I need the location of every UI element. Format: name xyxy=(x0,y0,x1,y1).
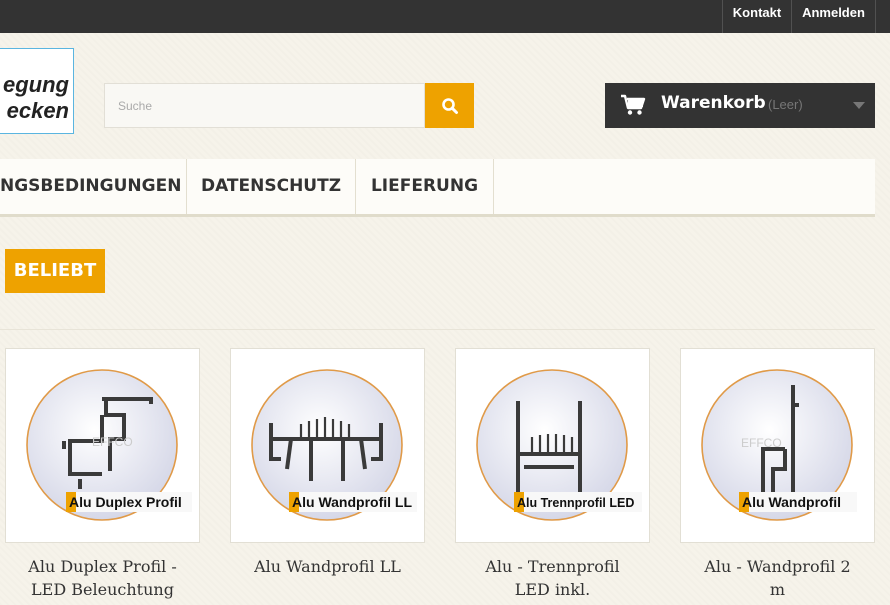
product-name[interactable]: Alu Duplex Profil - LED Beleuchtung xyxy=(5,555,200,601)
product-name-line[interactable]: LED inkl. xyxy=(455,578,650,601)
contact-link[interactable]: Kontakt xyxy=(722,0,791,33)
cart-status: (Leer) xyxy=(768,97,803,112)
cart-title: Warenkorb xyxy=(661,93,766,113)
search-icon xyxy=(441,97,458,114)
cart-button[interactable]: Warenkorb (Leer) xyxy=(605,83,875,128)
product-name-line[interactable]: Alu - Trennprofil xyxy=(455,555,650,578)
product-name-line[interactable]: LED Beleuchtung xyxy=(5,578,200,601)
menu-item-datenschutz[interactable]: DATENSCHUTZ xyxy=(187,159,356,214)
top-bar: Kontakt Anmelden xyxy=(0,0,890,33)
shopping-cart-icon xyxy=(621,94,646,115)
section-divider xyxy=(0,329,875,330)
product-image-label: Alu Wandprofil xyxy=(742,494,841,510)
shop-logo[interactable]: egung ecken xyxy=(0,48,74,134)
product-name[interactable]: Alu Wandprofil LL xyxy=(230,555,425,578)
product-name-line[interactable]: m xyxy=(680,578,875,601)
menu-item-lieferung[interactable]: LIEFERUNG xyxy=(356,159,494,214)
search-button[interactable] xyxy=(425,83,474,128)
main-menu: NGSBEDINGUNGEN DATENSCHUTZ LIEFERUNG xyxy=(0,159,875,217)
product-name-line[interactable]: Alu - Wandprofil 2 xyxy=(680,555,875,578)
product-image-label: Alu Duplex Profil xyxy=(69,494,182,510)
tab-popular[interactable]: BELIEBT xyxy=(5,249,105,293)
product-image[interactable]: EFFCO Alu Wandprofil xyxy=(680,348,875,543)
logo-text-line2: ecken xyxy=(6,98,69,123)
product-image-label: Alu Wandprofil LL xyxy=(292,494,412,510)
product-image-label: Alu Trennprofil LED xyxy=(517,496,634,510)
product-name-line[interactable]: Alu Duplex Profil - xyxy=(5,555,200,578)
login-link[interactable]: Anmelden xyxy=(791,0,876,33)
svg-text:EFFCO: EFFCO xyxy=(741,436,782,450)
search-input[interactable] xyxy=(104,83,425,128)
chevron-down-icon xyxy=(853,102,865,109)
svg-text:EFFCO: EFFCO xyxy=(92,435,133,449)
search-form xyxy=(104,83,474,128)
logo-text-line1: egung xyxy=(3,72,69,97)
product-image[interactable]: Alu Wandprofil LL xyxy=(230,348,425,543)
product-name[interactable]: Alu - Trennprofil LED inkl. xyxy=(455,555,650,601)
product-card: EFFCO Alu Wandprofil Alu - Wandprofil 2 … xyxy=(680,348,875,601)
product-image[interactable]: EFFCO Alu Duplex Profil xyxy=(5,348,200,543)
product-name-line[interactable]: Alu Wandprofil LL xyxy=(230,555,425,578)
product-card: EFFCO Alu Duplex Profil Alu Duplex Profi… xyxy=(5,348,200,601)
product-image[interactable]: Alu Trennprofil LED xyxy=(455,348,650,543)
menu-item-agb[interactable]: NGSBEDINGUNGEN xyxy=(0,159,187,214)
product-card: Alu Wandprofil LL Alu Wandprofil LL xyxy=(230,348,425,578)
product-name[interactable]: Alu - Wandprofil 2 m xyxy=(680,555,875,601)
product-card: Alu Trennprofil LED Alu - Trennprofil LE… xyxy=(455,348,650,601)
